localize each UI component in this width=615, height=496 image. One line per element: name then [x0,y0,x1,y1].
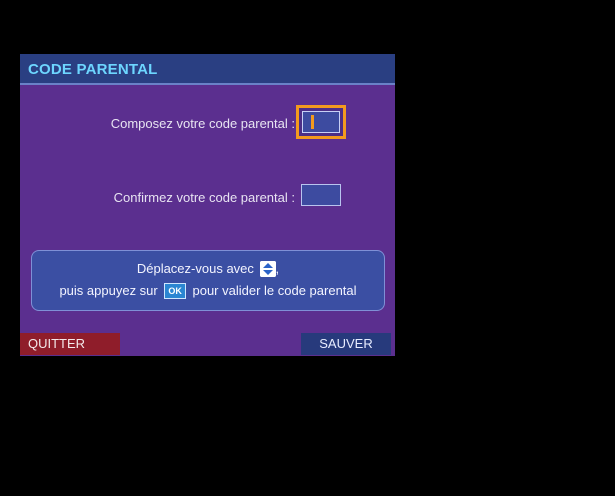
help-text-1: Déplacez-vous avec [136,261,254,276]
compose-code-field-inner [302,111,340,133]
quit-button[interactable]: QUITTER [20,333,120,355]
compose-code-input[interactable] [296,105,346,139]
parental-code-dialog: CODE PARENTAL Composez votre code parent… [20,54,395,356]
confirm-code-label: Confirmez votre code parental : [113,190,295,205]
dialog-title: CODE PARENTAL [28,61,158,78]
save-button[interactable]: SAUVER [301,333,391,355]
help-line-1: Déplacez-vous avec , [32,261,384,277]
compose-code-label: Composez votre code parental : [110,116,295,131]
help-text-2b: pour valider le code parental [192,283,357,298]
dialog-footer: QUITTER SAUVER [20,328,395,356]
confirm-code-input[interactable] [301,184,341,206]
up-down-arrow-icon [259,261,276,277]
help-panel: Déplacez-vous avec , puis appuyez sur OK… [31,250,385,311]
dialog-title-bar: CODE PARENTAL [20,54,395,85]
text-cursor [311,115,314,129]
help-comma: , [275,261,280,276]
ok-key-icon: OK [164,283,186,299]
help-line-2: puis appuyez sur OK pour valider le code… [32,283,384,299]
help-text-2a: puis appuyez sur [59,283,158,298]
